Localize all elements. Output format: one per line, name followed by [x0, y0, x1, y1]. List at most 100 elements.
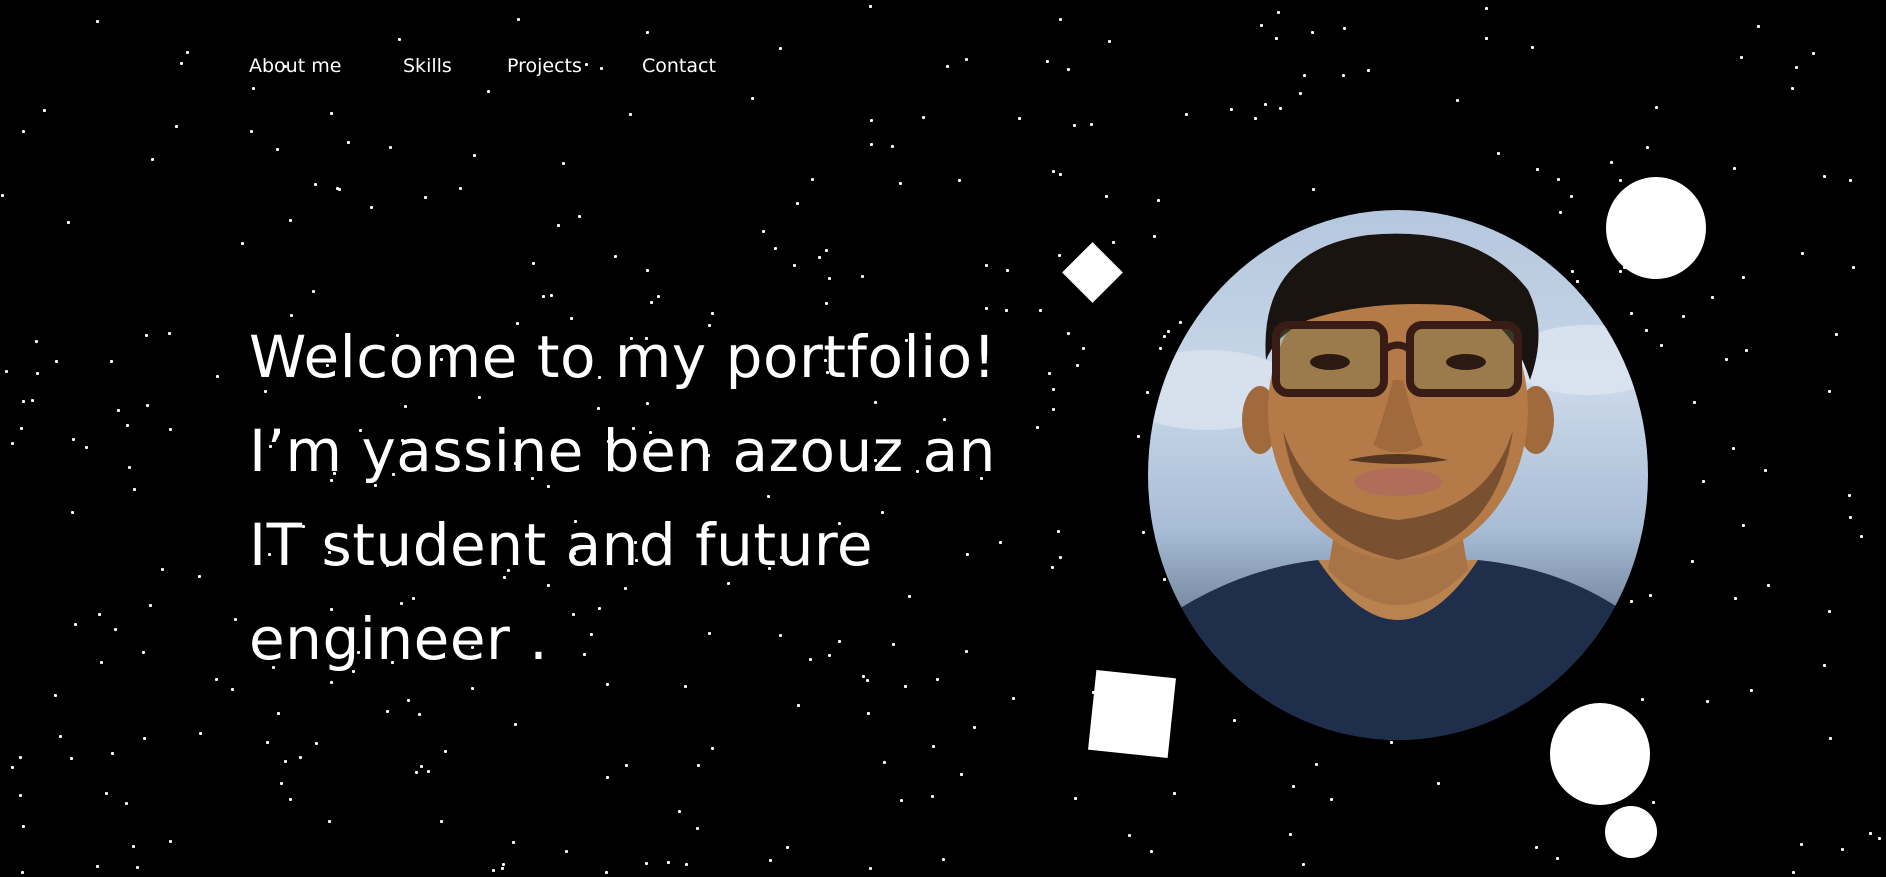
star-dot — [74, 623, 77, 626]
star-dot — [1059, 18, 1062, 21]
star-dot — [418, 713, 421, 716]
star-dot — [19, 756, 22, 759]
star-dot — [883, 761, 886, 764]
star-dot — [299, 756, 302, 759]
star-dot — [1576, 280, 1579, 283]
star-dot — [151, 158, 154, 161]
star-dot — [440, 820, 443, 823]
star-dot — [71, 511, 74, 514]
star-dot — [900, 799, 903, 802]
star-dot — [22, 130, 25, 133]
star-dot — [678, 810, 681, 813]
star-dot — [289, 219, 292, 222]
star-dot — [645, 862, 648, 865]
nav-link-about-me[interactable]: About me — [249, 55, 341, 77]
star-dot — [1742, 276, 1745, 279]
nav-link-skills[interactable]: Skills — [403, 55, 452, 77]
star-dot — [818, 256, 821, 259]
star-dot — [1792, 871, 1795, 874]
star-dot — [1159, 347, 1162, 350]
star-dot — [1801, 252, 1804, 255]
hero-heading: Welcome to my portfolio! I’m yassine ben… — [249, 310, 1069, 686]
star-dot — [1157, 199, 1160, 202]
star-dot — [386, 710, 389, 713]
star-dot — [1173, 792, 1176, 795]
star-dot — [370, 206, 373, 209]
star-dot — [1556, 857, 1559, 860]
star-dot — [1292, 785, 1295, 788]
star-dot — [85, 446, 88, 449]
star-dot — [1497, 152, 1500, 155]
star-dot — [1343, 27, 1346, 30]
star-dot — [215, 678, 218, 681]
star-dot — [1740, 56, 1743, 59]
star-dot — [646, 269, 649, 272]
star-dot — [161, 568, 164, 571]
star-dot — [685, 863, 688, 866]
star-dot — [1289, 833, 1292, 836]
star-dot — [1800, 843, 1803, 846]
star-dot — [198, 575, 201, 578]
star-dot — [1279, 107, 1282, 110]
star-dot — [1076, 364, 1079, 367]
star-dot — [133, 488, 136, 491]
star-dot — [111, 752, 114, 755]
star-dot — [517, 18, 520, 21]
star-dot — [869, 5, 872, 8]
hero-line-4: engineer . — [249, 605, 549, 673]
star-dot — [828, 277, 831, 280]
star-dot — [1006, 269, 1009, 272]
star-dot — [1828, 610, 1831, 613]
star-dot — [100, 661, 103, 664]
star-dot — [1137, 435, 1140, 438]
star-dot — [280, 782, 283, 785]
star-dot — [1691, 560, 1694, 563]
star-dot — [1646, 146, 1649, 149]
star-dot — [1852, 266, 1855, 269]
star-dot — [1732, 447, 1735, 450]
star-dot — [867, 712, 870, 715]
star-dot — [1275, 37, 1278, 40]
star-dot — [125, 802, 128, 805]
star-dot — [168, 332, 171, 335]
star-dot — [330, 112, 333, 115]
star-dot — [697, 764, 700, 767]
star-dot — [11, 766, 14, 769]
star-dot — [1105, 195, 1108, 198]
star-dot — [1264, 103, 1267, 106]
hero-line-3: IT student and future — [249, 511, 874, 579]
star-dot — [1, 194, 4, 197]
hero-line-1: Welcome to my portfolio! — [249, 323, 997, 391]
nav-link-contact[interactable]: Contact — [642, 55, 716, 77]
star-dot — [629, 113, 632, 116]
nav-link-projects[interactable]: Projects — [507, 55, 582, 77]
star-dot — [1812, 52, 1815, 55]
star-dot — [284, 760, 287, 763]
star-dot — [43, 109, 46, 112]
star-dot — [59, 735, 62, 738]
star-dot — [1233, 719, 1236, 722]
star-dot — [1791, 87, 1794, 90]
star-dot — [1660, 344, 1663, 347]
star-dot — [72, 438, 75, 441]
star-dot — [667, 861, 670, 864]
decorative-circle-large-top — [1606, 177, 1706, 279]
star-dot — [126, 424, 129, 427]
star-dot — [459, 187, 462, 190]
star-dot — [1860, 535, 1863, 538]
star-dot — [797, 704, 800, 707]
star-dot — [347, 141, 350, 144]
star-dot — [1074, 797, 1077, 800]
star-dot — [1260, 24, 1263, 27]
star-dot — [427, 770, 430, 773]
star-dot — [266, 741, 269, 744]
decorative-square-shape — [1088, 670, 1176, 758]
star-dot — [114, 628, 117, 631]
star-dot — [389, 146, 392, 149]
star-dot — [180, 62, 183, 65]
star-dot — [36, 372, 39, 375]
star-dot — [502, 863, 505, 866]
star-dot — [492, 869, 495, 872]
star-dot — [1733, 167, 1736, 170]
star-dot — [444, 750, 447, 753]
